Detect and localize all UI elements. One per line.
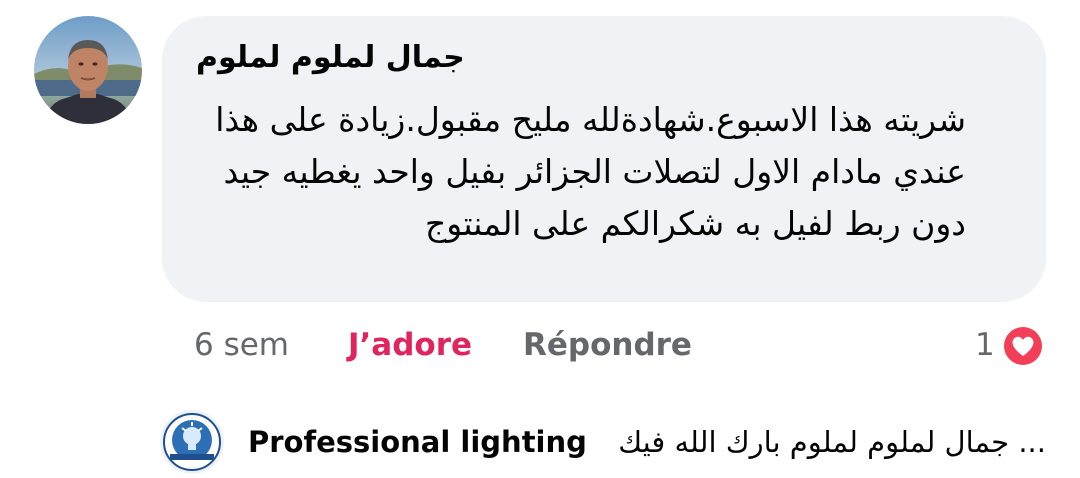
professional-lighting-logo: [160, 410, 224, 474]
like-button[interactable]: J’adore: [348, 320, 472, 370]
comment-actions: 6 sem J’adore Répondre 1: [0, 320, 1080, 370]
commenter-avatar[interactable]: [34, 16, 142, 124]
reply-preview[interactable]: Professional lighting جمال لملوم لملوم ب…: [0, 408, 1080, 478]
page-avatar[interactable]: [160, 410, 224, 474]
reaction-count[interactable]: 1: [975, 320, 995, 370]
reply-author-name[interactable]: Professional lighting: [248, 422, 587, 462]
comment-timestamp[interactable]: 6 sem: [194, 320, 289, 370]
comment-bubble: جمال لملوم لملوم شريته هذا الاسبوع.شهادة…: [162, 16, 1046, 302]
comment-text: شريته هذا الاسبوع.شهادةلله مليح مقبول.زي…: [215, 100, 966, 243]
comment-author-name[interactable]: جمال لملوم لملوم: [196, 36, 636, 80]
reply-snippet: جمال لملوم لملوم بارك الله فيك ...: [618, 425, 1046, 459]
love-heart-icon[interactable]: [1000, 323, 1046, 369]
user-photo-icon: [34, 16, 142, 124]
comment-thread: جمال لملوم لملوم شريته هذا الاسبوع.شهادة…: [0, 0, 1080, 478]
reply-button[interactable]: Répondre: [523, 320, 692, 370]
